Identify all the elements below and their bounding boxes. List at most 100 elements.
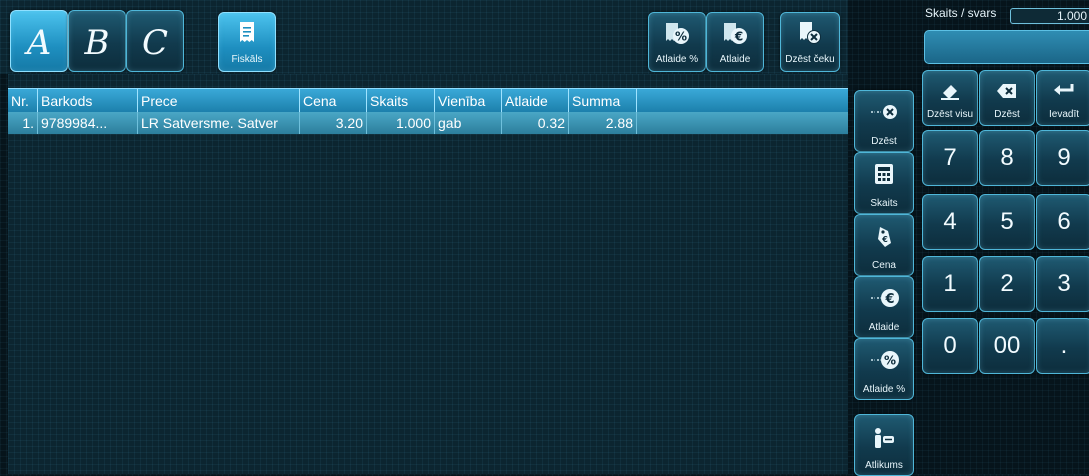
cell-cena: 3.20 xyxy=(300,112,367,134)
enter-button[interactable]: Ievadīt xyxy=(1036,70,1089,126)
clear-all-button[interactable]: Dzēst visu xyxy=(922,70,978,126)
key-00-label: 00 xyxy=(993,332,1021,359)
change-label: Atlikums xyxy=(865,460,903,471)
fiskals-button[interactable]: Fiskāls xyxy=(218,12,276,72)
discount-percent-icon: % xyxy=(649,21,705,50)
price-button[interactable]: € Cena xyxy=(854,214,914,276)
discount-percent-button[interactable]: % Atlaide % xyxy=(648,12,706,72)
key-9-label: 9 xyxy=(1057,144,1071,171)
table-header: Nr. Barkods Prece Cena Skaits Vienība At… xyxy=(8,88,848,113)
change-button[interactable]: Atlikums xyxy=(854,414,914,476)
column-header-empty xyxy=(637,89,848,113)
column-header-atlaide[interactable]: Atlaide xyxy=(502,89,569,113)
delete-row-label: Dzēst xyxy=(871,136,897,147)
discount-percent-side-label: Atlaide % xyxy=(862,384,906,395)
column-header-summa[interactable]: Summa xyxy=(569,89,637,113)
percent-coin-icon: % xyxy=(855,349,913,376)
key-2-label: 2 xyxy=(1000,270,1014,297)
key-6[interactable]: 6 xyxy=(1036,194,1089,250)
key-5[interactable]: 5 xyxy=(979,194,1035,250)
column-header-nr[interactable]: Nr. xyxy=(8,89,38,113)
key-3[interactable]: 3 xyxy=(1036,256,1089,312)
svg-text:€: € xyxy=(884,292,894,307)
enter-label: Ievadīt xyxy=(1048,109,1080,120)
price-tag-icon: € xyxy=(855,225,913,254)
backspace-icon xyxy=(980,81,1034,106)
cell-barkods: 9789984... xyxy=(38,112,138,134)
fiskals-label: Fiskāls xyxy=(231,54,263,65)
key-5-label: 5 xyxy=(1000,208,1014,235)
tab-b-button[interactable]: B xyxy=(68,10,126,72)
key-7[interactable]: 7 xyxy=(922,130,978,186)
key-4-label: 4 xyxy=(943,208,957,235)
discount-percent-side-button[interactable]: % Atlaide % xyxy=(854,338,914,400)
change-icon xyxy=(855,427,913,454)
discount-percent-label: Atlaide % xyxy=(655,54,699,65)
price-label: Cena xyxy=(872,260,896,271)
enter-icon xyxy=(1037,81,1089,106)
svg-text:€: € xyxy=(881,235,888,244)
delete-row-icon xyxy=(855,103,913,126)
cell-vieniba: gab xyxy=(435,112,502,134)
key-0-label: 0 xyxy=(943,332,957,359)
tab-c-button[interactable]: C xyxy=(126,10,184,72)
discount-label: Atlaide xyxy=(719,54,751,65)
key-3-label: 3 xyxy=(1057,270,1071,297)
receipt-icon xyxy=(219,21,275,50)
table-row[interactable]: 1. 9789984... LR Satversme. Satver 3.20 … xyxy=(8,112,848,134)
delete-receipt-icon xyxy=(781,21,839,50)
key-4[interactable]: 4 xyxy=(922,194,978,250)
key-decimal-label: . xyxy=(1060,332,1068,359)
calculator-icon xyxy=(855,163,913,190)
delete-receipt-button[interactable]: Dzēst čeku xyxy=(780,12,840,72)
key-decimal[interactable]: . xyxy=(1036,318,1089,374)
svg-text:€: € xyxy=(734,30,743,44)
tab-b-label: B xyxy=(84,23,110,63)
tab-c-label: C xyxy=(141,23,168,63)
discount-euro-icon: € xyxy=(707,21,763,50)
eraser-icon xyxy=(923,81,977,106)
key-1-label: 1 xyxy=(943,270,957,297)
key-0[interactable]: 0 xyxy=(922,318,978,374)
key-00[interactable]: 00 xyxy=(979,318,1035,374)
cell-atlaide: 0.32 xyxy=(502,112,569,134)
tab-a-button[interactable]: A xyxy=(10,10,68,72)
top-toolbar: A B C Fiskāls % Atlaide % € Atlaide Dzēs… xyxy=(0,0,848,74)
delete-receipt-label: Dzēst čeku xyxy=(785,54,835,65)
key-6-label: 6 xyxy=(1057,208,1071,235)
key-8[interactable]: 8 xyxy=(979,130,1035,186)
delete-row-button[interactable]: Dzēst xyxy=(854,90,914,152)
clear-all-label: Dzēst visu xyxy=(926,109,974,120)
column-header-cena[interactable]: Cena xyxy=(300,89,367,113)
discount-side-label: Atlaide xyxy=(868,322,900,333)
quantity-label: Skaits xyxy=(870,198,898,209)
discount-side-button[interactable]: € Atlaide xyxy=(854,276,914,338)
tab-a-label: A xyxy=(26,23,52,63)
keypad-panel: Skaits / svars 1.000 Dzēst visu Dzēst Ie… xyxy=(916,0,1089,474)
receipt-table: Nr. Barkods Prece Cena Skaits Vienība At… xyxy=(8,74,848,474)
column-header-prece[interactable]: Prece xyxy=(138,89,300,113)
discount-button[interactable]: € Atlaide xyxy=(706,12,764,72)
cell-empty xyxy=(637,112,848,134)
key-1[interactable]: 1 xyxy=(922,256,978,312)
key-7-label: 7 xyxy=(943,144,957,171)
cell-prece: LR Satversme. Satver xyxy=(138,112,300,134)
quantity-display-label: Skaits / svars xyxy=(925,6,997,20)
cell-summa: 2.88 xyxy=(569,112,637,134)
key-2[interactable]: 2 xyxy=(979,256,1035,312)
quantity-button[interactable]: Skaits xyxy=(854,152,914,214)
cell-nr: 1. xyxy=(8,112,38,134)
key-8-label: 8 xyxy=(1000,144,1014,171)
column-header-barkods[interactable]: Barkods xyxy=(38,89,138,113)
column-header-vieniba[interactable]: Vienība xyxy=(435,89,502,113)
column-header-skaits[interactable]: Skaits xyxy=(367,89,435,113)
key-9[interactable]: 9 xyxy=(1036,130,1089,186)
backspace-label: Dzēst xyxy=(994,109,1020,120)
backspace-button[interactable]: Dzēst xyxy=(979,70,1035,126)
cell-skaits: 1.000 xyxy=(367,112,435,134)
quantity-display[interactable]: 1.000 xyxy=(1010,8,1089,24)
euro-coin-icon: € xyxy=(855,287,913,314)
input-field[interactable] xyxy=(924,30,1089,64)
svg-text:%: % xyxy=(675,30,687,44)
svg-text:%: % xyxy=(884,354,896,368)
